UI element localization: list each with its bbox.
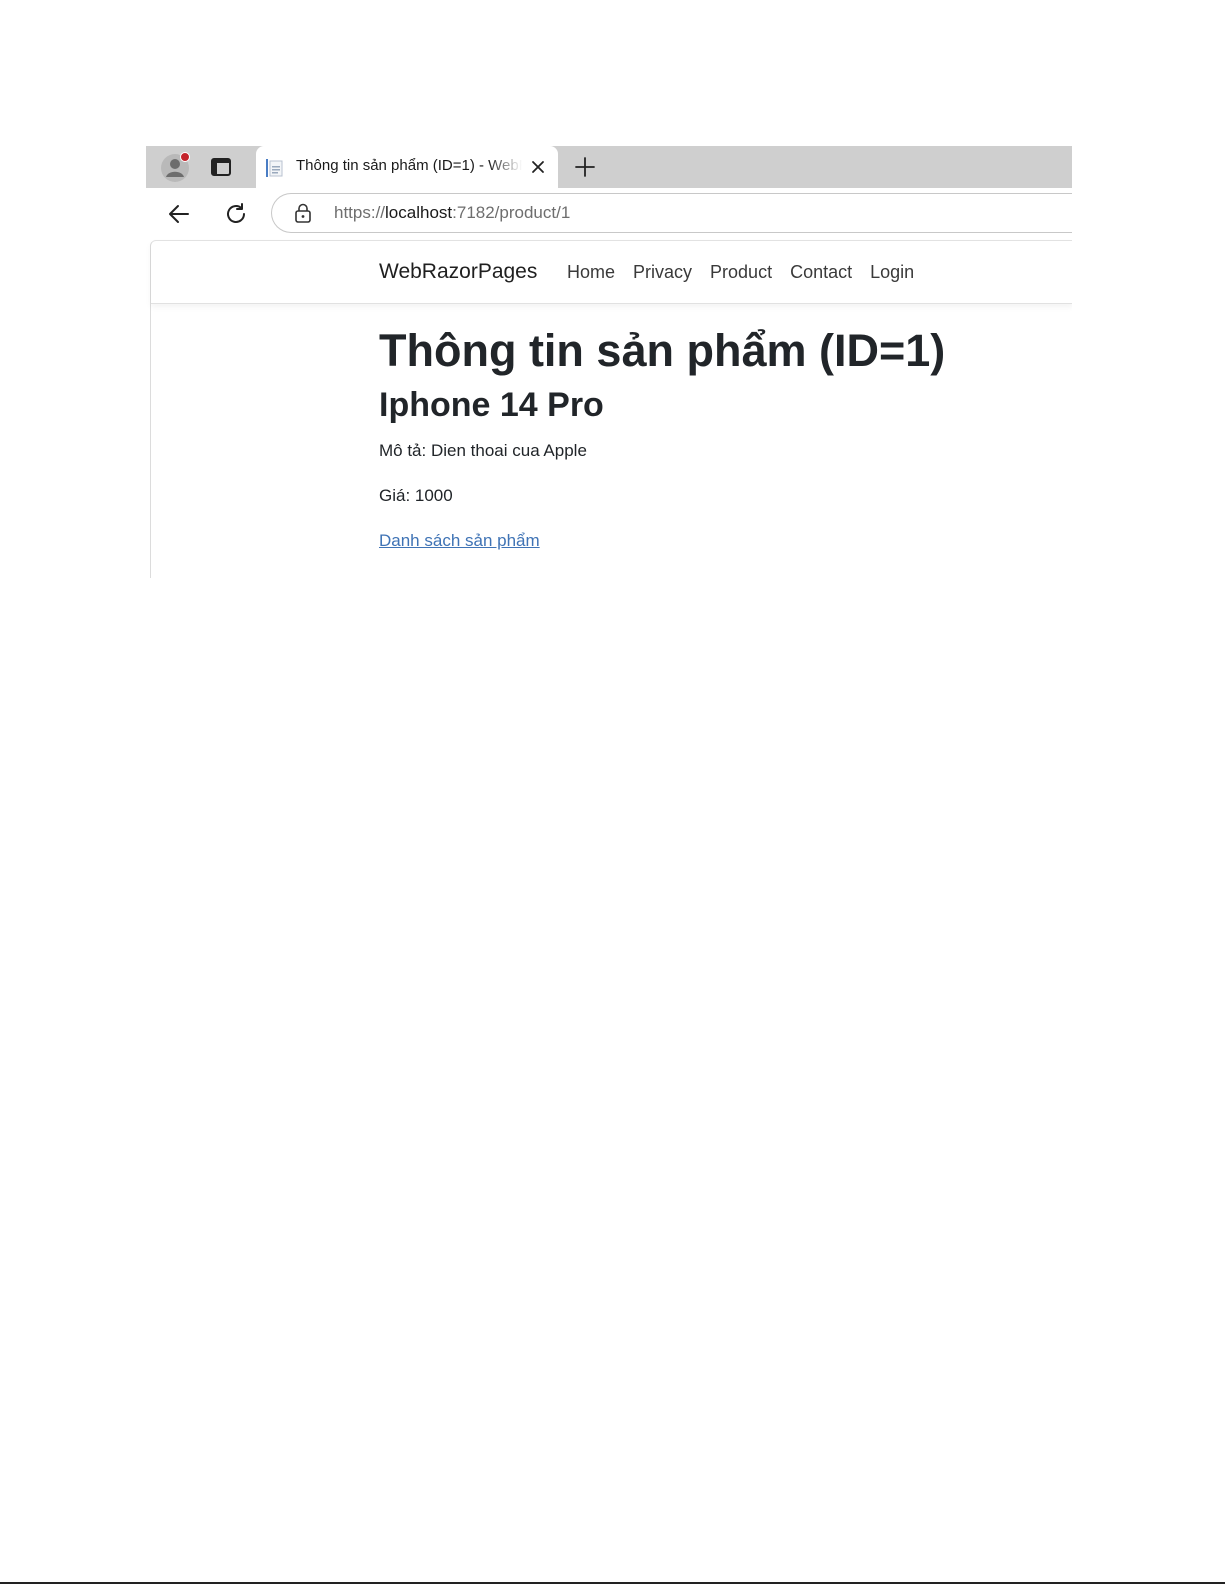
- main-content: Thông tin sản phẩm (ID=1) Iphone 14 Pro …: [379, 325, 1069, 553]
- site-navbar: WebRazorPages Home Privacy Product Conta…: [151, 241, 1072, 304]
- page-title: Thông tin sản phẩm (ID=1): [379, 325, 946, 376]
- nav-product[interactable]: Product: [710, 262, 772, 283]
- lock-icon[interactable]: [294, 203, 312, 223]
- nav-home[interactable]: Home: [567, 262, 615, 283]
- nav-login[interactable]: Login: [870, 262, 914, 283]
- arrow-left-icon[interactable]: [166, 201, 192, 227]
- tab-title: Thông tin sản phẩm (ID=1) - WebRazorPage…: [296, 157, 522, 174]
- brand-link[interactable]: WebRazorPages: [379, 260, 537, 284]
- plus-icon[interactable]: [574, 156, 596, 178]
- nav-contact[interactable]: Contact: [790, 262, 852, 283]
- close-icon[interactable]: [530, 159, 546, 175]
- address-bar[interactable]: https://localhost:7182/product/1: [271, 193, 1072, 233]
- page-viewport: WebRazorPages Home Privacy Product Conta…: [150, 240, 1072, 578]
- reload-icon[interactable]: [223, 201, 249, 227]
- page-bottom-border: [0, 1582, 1225, 1584]
- url-path: :7182/product/1: [452, 203, 571, 222]
- product-price: Giá: 1000: [379, 486, 453, 505]
- document-page: Thông tin sản phẩm (ID=1) - WebRazorPage…: [0, 0, 1225, 1585]
- vertical-tabs-icon[interactable]: [210, 156, 232, 178]
- product-list-link[interactable]: Danh sách sản phẩm: [379, 529, 540, 553]
- product-name: Iphone 14 Pro: [379, 386, 604, 424]
- page-icon: [266, 159, 283, 177]
- browser-window: Thông tin sản phẩm (ID=1) - WebRazorPage…: [146, 146, 1072, 578]
- nav-privacy[interactable]: Privacy: [633, 262, 692, 283]
- url-host: localhost: [385, 203, 453, 222]
- product-description: Mô tả: Dien thoai cua Apple: [379, 441, 587, 460]
- url-text[interactable]: https://localhost:7182/product/1: [334, 203, 570, 223]
- tab-strip: Thông tin sản phẩm (ID=1) - WebRazorPage…: [146, 146, 1072, 188]
- profile-badge: [180, 152, 190, 162]
- browser-toolbar: https://localhost:7182/product/1: [146, 188, 1072, 238]
- tab-active[interactable]: Thông tin sản phẩm (ID=1) - WebRazorPage…: [256, 146, 558, 188]
- nav-links: Home Privacy Product Contact Login: [567, 262, 914, 283]
- url-scheme: https://: [334, 203, 386, 222]
